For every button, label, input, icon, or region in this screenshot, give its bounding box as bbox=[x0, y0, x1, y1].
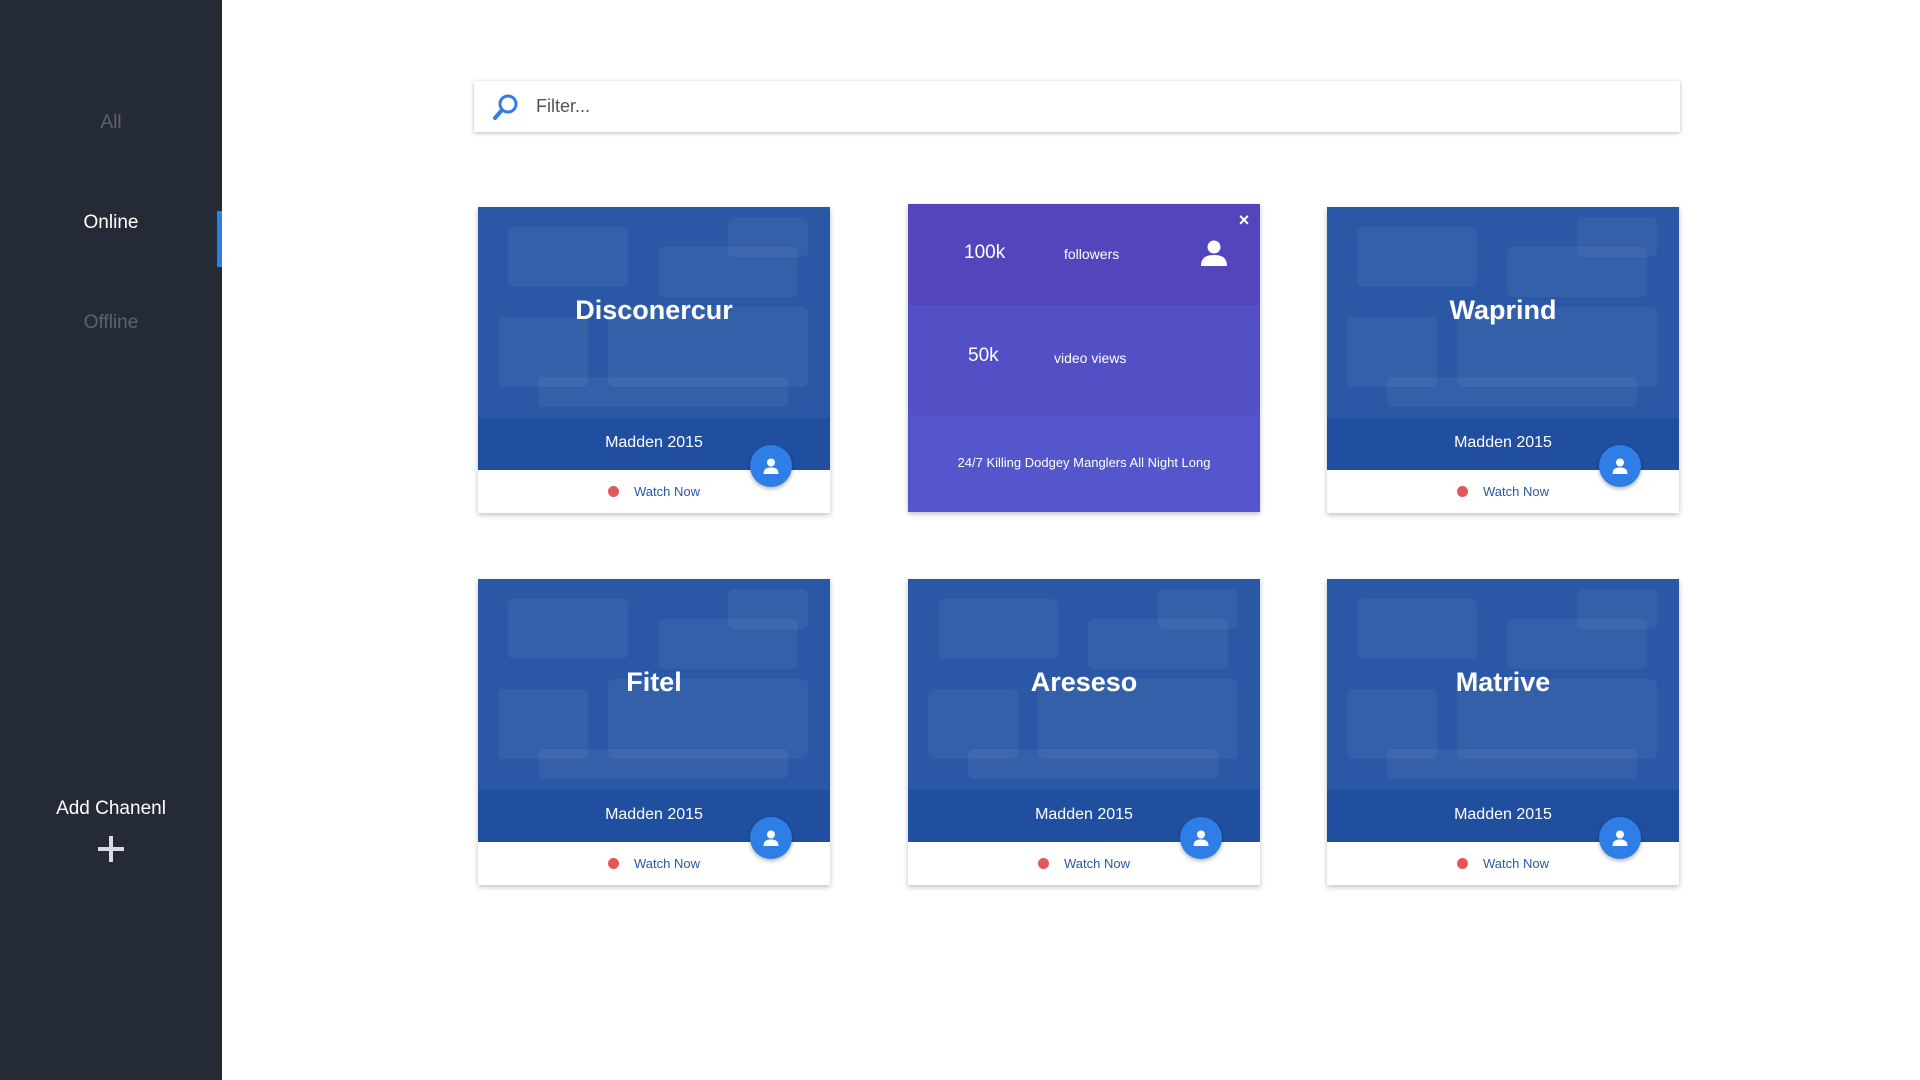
followers-count: 100k bbox=[964, 242, 1006, 263]
card-thumbnail[interactable]: Disconercur bbox=[478, 207, 830, 418]
channel-card[interactable]: Matrive Madden 2015 Watch Now bbox=[1327, 579, 1679, 885]
sidebar-item-offline[interactable]: Offline bbox=[0, 312, 222, 334]
channel-name: Matrive bbox=[1455, 667, 1551, 697]
card-thumbnail[interactable]: Waprind bbox=[1327, 207, 1679, 418]
sidebar-item-all[interactable]: All bbox=[0, 112, 222, 134]
watch-now-link[interactable]: Watch Now bbox=[1483, 856, 1549, 871]
description-row: 24/7 Killing Dodgey Manglers All Night L… bbox=[908, 415, 1260, 512]
card-footer: Watch Now bbox=[1327, 470, 1679, 513]
channel-card[interactable]: Waprind Madden 2015 Watch Now bbox=[1327, 207, 1679, 513]
sidebar: All Online Offline Add Chanenl bbox=[0, 0, 222, 1080]
add-channel-label: Add Chanenl bbox=[56, 798, 166, 819]
card-thumbnail[interactable]: Fitel bbox=[478, 579, 830, 790]
card-footer: Watch Now bbox=[478, 470, 830, 513]
live-status-dot bbox=[1457, 486, 1468, 497]
hero-texture bbox=[508, 599, 628, 659]
hero-texture bbox=[1577, 589, 1657, 629]
live-status-dot bbox=[608, 858, 619, 869]
card-thumbnail[interactable]: Areseso bbox=[908, 579, 1260, 790]
sidebar-item-online[interactable]: Online bbox=[0, 212, 222, 234]
hero-texture bbox=[938, 599, 1058, 659]
plus-icon[interactable] bbox=[98, 836, 124, 862]
channel-description: 24/7 Killing Dodgey Manglers All Night L… bbox=[957, 455, 1211, 470]
followers-label: followers bbox=[1064, 246, 1120, 262]
live-status-dot bbox=[1457, 858, 1468, 869]
active-nav-indicator bbox=[217, 211, 222, 267]
channel-card[interactable]: Fitel Madden 2015 Watch Now bbox=[478, 579, 830, 885]
hero-texture bbox=[1158, 589, 1238, 629]
hero-texture bbox=[538, 377, 788, 407]
hero-texture bbox=[1577, 217, 1657, 257]
watch-now-link[interactable]: Watch Now bbox=[1483, 484, 1549, 499]
watch-now-link[interactable]: Watch Now bbox=[634, 484, 700, 499]
card-thumbnail[interactable]: Matrive bbox=[1327, 579, 1679, 790]
live-status-dot bbox=[608, 486, 619, 497]
channel-name: Areseso bbox=[1030, 667, 1138, 697]
channel-name: Disconercur bbox=[575, 295, 733, 325]
watch-now-link[interactable]: Watch Now bbox=[1064, 856, 1130, 871]
hero-texture bbox=[728, 217, 808, 257]
search-input[interactable] bbox=[536, 96, 1636, 117]
hero-texture bbox=[538, 749, 788, 779]
hero-texture bbox=[1387, 377, 1637, 407]
card-footer: Watch Now bbox=[908, 842, 1260, 885]
hero-texture bbox=[1387, 749, 1637, 779]
watch-now-link[interactable]: Watch Now bbox=[634, 856, 700, 871]
hero-texture bbox=[728, 589, 808, 629]
hero-texture bbox=[1357, 227, 1477, 287]
search-icon bbox=[491, 92, 521, 122]
live-status-dot bbox=[1038, 858, 1049, 869]
channel-name: Waprind bbox=[1449, 295, 1557, 325]
views-label: video views bbox=[1054, 350, 1127, 366]
channel-name: Fitel bbox=[626, 667, 682, 697]
views-count: 50k bbox=[968, 345, 999, 366]
hero-texture bbox=[968, 749, 1218, 779]
add-channel-button[interactable]: Add Chanenl bbox=[0, 798, 222, 867]
user-icon bbox=[1199, 238, 1229, 268]
card-footer: Watch Now bbox=[1327, 842, 1679, 885]
close-icon[interactable]: × bbox=[1236, 211, 1252, 229]
views-row: 50k video views bbox=[908, 305, 1260, 415]
channel-card[interactable]: Areseso Madden 2015 Watch Now bbox=[908, 579, 1260, 885]
hero-texture bbox=[508, 227, 628, 287]
channel-stats-card: 100k followers × 50k video views 24/7 Ki… bbox=[908, 204, 1260, 512]
card-footer: Watch Now bbox=[478, 842, 830, 885]
channel-card[interactable]: Disconercur Madden 2015 Watch Now bbox=[478, 207, 830, 513]
followers-row: 100k followers × bbox=[908, 204, 1260, 305]
search-bar bbox=[474, 81, 1680, 132]
hero-texture bbox=[1357, 599, 1477, 659]
